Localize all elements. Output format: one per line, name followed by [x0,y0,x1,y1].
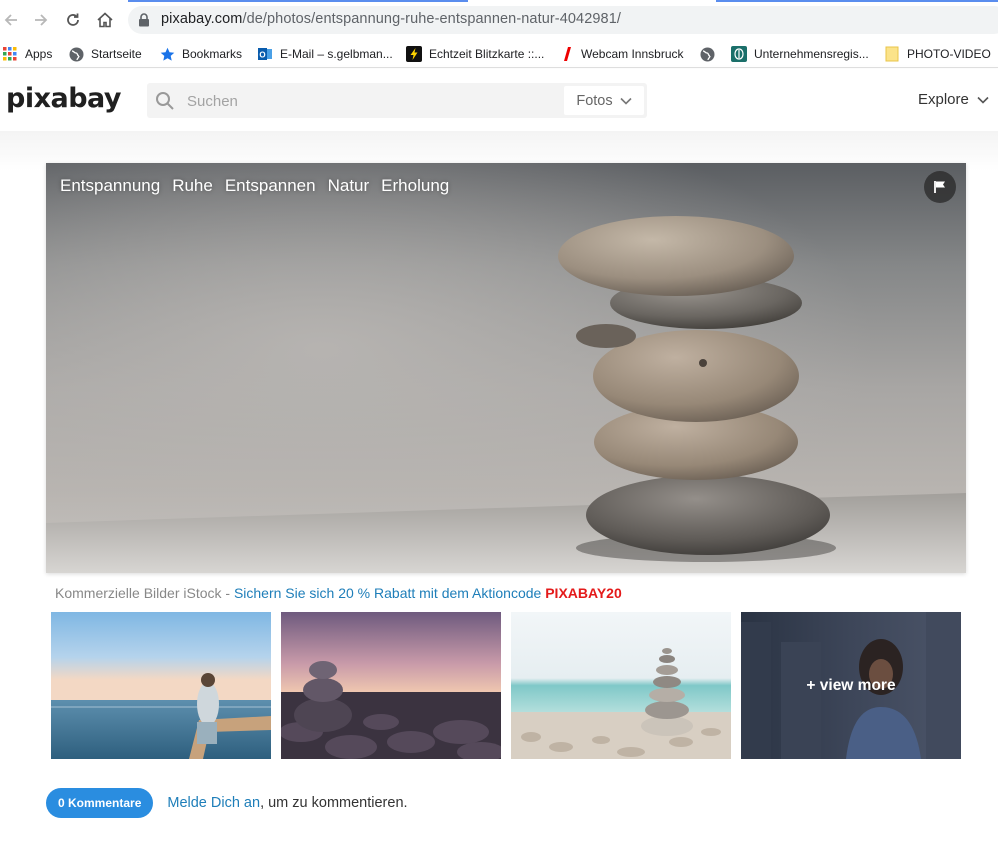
search-icon[interactable] [155,91,175,111]
promo-prefix: Kommerzielle Bilder iStock - [55,585,234,601]
red-slash-icon [558,46,574,62]
login-prompt-suffix: , um zu kommentieren. [260,795,408,811]
thumbnail-view-more[interactable]: + view more [741,612,961,759]
explore-label: Explore [918,91,969,108]
bookmark-label: Unternehmensregis... [754,47,869,61]
woman-sea-photo [51,612,271,759]
apps-grid-icon [2,46,18,62]
reload-icon [67,13,79,26]
home-icon [97,12,113,28]
tag-list: Entspannung Ruhe Entspannen Natur Erholu… [60,176,461,196]
search-bar: Fotos [147,83,647,118]
bookmark-label: Startseite [91,47,142,61]
globe-icon [699,46,715,62]
flag-icon [934,181,945,193]
browser-toolbar: pixabay.com/de/photos/entspannung-ruhe-e… [0,0,998,40]
comments-login-prompt: Melde Dich an, um zu kommentieren. [167,795,407,811]
pixabay-logo[interactable]: pixabay [6,83,122,114]
tab-indicator [128,0,468,2]
bookmark-globe[interactable] [699,44,722,64]
search-input[interactable] [187,89,567,113]
tag-link[interactable]: Erholung [381,176,449,196]
bookmark-label: Echtzeit Blitzkarte ::... [429,47,545,61]
bookmark-label: Bookmarks [182,47,243,61]
bookmark-label: PHOTO-VIDEO [907,47,991,61]
folder-icon [884,46,900,62]
report-button[interactable] [924,171,956,203]
home-button[interactable] [94,9,116,31]
bookmark-label: Apps [25,47,53,61]
globe-icon [68,46,84,62]
stacked-stones-photo [46,163,966,573]
istock-promo: Kommerzielle Bilder iStock - Sichern Sie… [55,585,622,601]
forward-button[interactable] [30,9,52,31]
comments-count-button[interactable]: 0 Kommentare [46,788,154,818]
back-button[interactable] [0,9,22,31]
register-icon [731,46,747,62]
chevron-down-icon [620,97,632,105]
comments-section: 0 Kommentare Melde Dich an, um zu kommen… [46,788,408,818]
thumbnail-woman-sea[interactable] [51,612,271,759]
promo-code[interactable]: PIXABAY20 [545,585,622,601]
arrow-right-icon [35,14,48,26]
url-domain: pixabay.com [161,11,243,27]
bookmark-blitzkarte[interactable]: Echtzeit Blitzkarte ::... [406,44,544,64]
view-more-label: + view more [806,676,896,694]
hero-photo[interactable]: Entspannung Ruhe Entspannen Natur Erholu… [46,163,966,573]
site-header: pixabay Fotos Explore [0,69,998,131]
bookmark-bookmarks[interactable]: Bookmarks [159,44,242,64]
media-type-select[interactable]: Fotos [564,86,644,115]
tag-link[interactable]: Natur [328,176,370,196]
bookmark-photo-video[interactable]: PHOTO-VIDEO [884,44,991,64]
thumbnail-pebble-stack-sunset[interactable] [281,612,501,759]
arrow-left-icon [4,14,17,26]
outlook-icon: O [257,46,273,62]
bookmark-startseite[interactable]: Startseite [68,44,142,64]
promo-offer-link[interactable]: Sichern Sie sich 20 % Rabatt mit dem Akt… [234,585,545,601]
bookmarks-bar: Apps Startseite Bookmarks O E-Mail – s.g… [0,40,998,68]
lock-icon [139,13,149,27]
stone-tower-beach-photo [511,612,731,759]
thumbnail-stone-tower-beach[interactable] [511,612,731,759]
reload-button[interactable] [62,9,84,31]
bookmark-webcam[interactable]: Webcam Innsbruck [558,44,684,64]
star-icon [159,46,175,62]
address-bar[interactable]: pixabay.com/de/photos/entspannung-ruhe-e… [128,6,998,34]
bookmark-unternehmensregister[interactable]: Unternehmensregis... [731,44,869,64]
pebble-stack-sunset-photo [281,612,501,759]
tag-link[interactable]: Entspannen [225,176,316,196]
bookmark-label: E-Mail – s.gelbman... [280,47,393,61]
explore-menu[interactable]: Explore [918,91,989,108]
lightning-icon [406,46,422,62]
svg-text:O: O [259,51,265,60]
bookmark-apps[interactable]: Apps [2,44,52,64]
main-content: Entspannung Ruhe Entspannen Natur Erholu… [0,131,998,863]
bookmark-label: Webcam Innsbruck [581,47,684,61]
media-type-label: Fotos [576,92,613,109]
tab-indicator-2 [716,0,998,2]
tag-link[interactable]: Entspannung [60,176,160,196]
bookmark-email[interactable]: O E-Mail – s.gelbman... [257,44,393,64]
tag-link[interactable]: Ruhe [172,176,213,196]
login-link[interactable]: Melde Dich an [167,795,260,811]
chevron-down-icon [977,96,989,104]
related-images: + view more [51,612,963,759]
url-text: pixabay.com/de/photos/entspannung-ruhe-e… [161,11,621,27]
url-path: /de/photos/entspannung-ruhe-entspannen-n… [242,11,621,27]
